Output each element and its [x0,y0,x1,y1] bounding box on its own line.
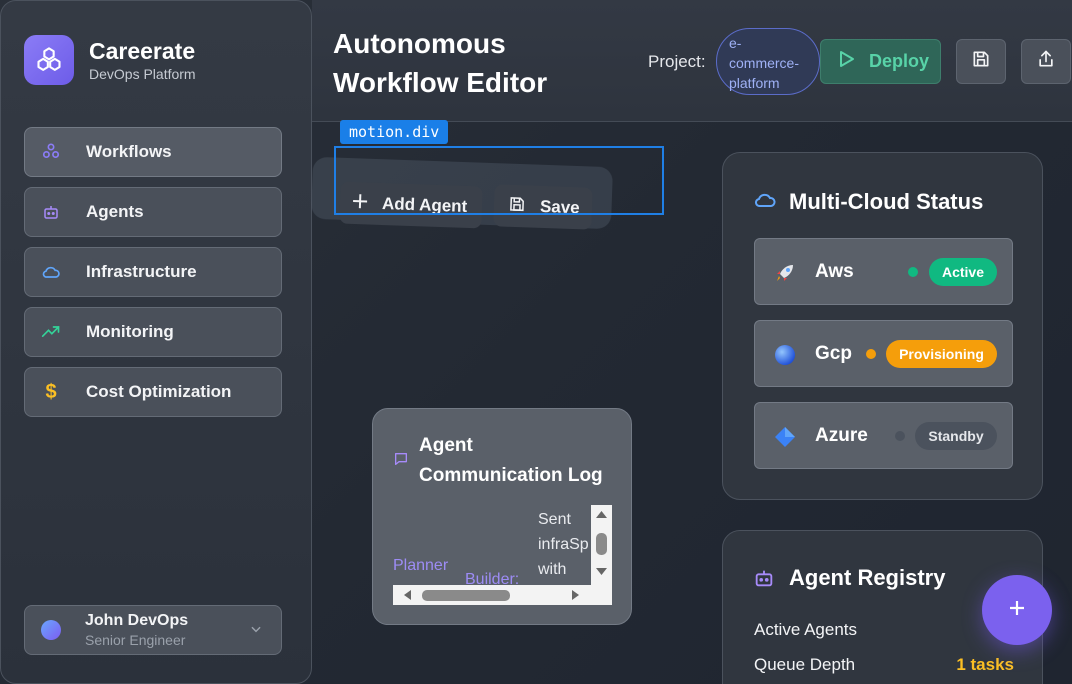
scroll-up-icon[interactable] [595,509,608,519]
user-name: John DevOps [85,612,189,629]
registry-label: Active Agents [754,620,858,639]
sidebar-item-cost-optimization[interactable]: $ Cost Optimization [24,367,282,417]
debug-tag: motion.div [340,120,449,144]
cloud-icon [753,191,777,214]
plus-icon [1008,599,1026,622]
vertical-scrollbar[interactable] [591,505,612,585]
registry-label: Queue Depth [754,655,856,674]
horizontal-scroll-thumb[interactable] [422,590,510,601]
agent-log-title: Agent Communication Log [419,435,603,486]
workflow-icon [41,142,61,162]
status-badge: Active [929,258,997,286]
agent-log-scroll-area[interactable]: Planner Builder: Sent infraSp with [393,505,612,605]
add-fab-button[interactable] [982,575,1052,645]
project-selector[interactable]: e-commerce-platform [716,28,820,95]
vertical-scroll-thumb[interactable] [596,533,607,555]
globe-icon [773,343,797,367]
log-sender: Planner [393,557,449,574]
cubes-icon [24,35,74,85]
registry-value: 1 tasks [956,655,1014,674]
trending-up-icon [41,322,61,342]
bot-icon [41,202,61,222]
sidebar-nav: Workflows Agents Infrastructure Monitori… [24,127,282,427]
play-icon [839,50,855,73]
cloud-name: Gcp [815,343,852,364]
cloud-name: Azure [815,425,868,446]
agent-registry-title: Agent Registry [789,565,946,590]
cloud-row-gcp[interactable]: Gcp Provisioning [754,320,1013,387]
sidebar: Careerate DevOps Platform Workflows Agen… [0,0,312,684]
save-icon [971,49,991,74]
save-button[interactable] [956,39,1006,84]
sidebar-item-label: Workflows [86,142,172,161]
status-dot [866,349,876,359]
cloud-row-aws[interactable]: Aws Active [754,238,1013,305]
rocket-icon [773,261,797,285]
share-icon [1036,49,1056,74]
message-icon [393,451,409,472]
project-label: Project: [648,52,706,71]
status-dot [895,431,905,441]
sidebar-item-agents[interactable]: Agents [24,187,282,237]
chevron-down-icon [249,622,263,641]
cloud-row-azure[interactable]: Azure Standby [754,402,1013,469]
avatar [41,620,61,640]
header: Autonomous Workflow Editor Project: e-co… [312,0,1072,122]
status-badge: Standby [915,422,997,450]
sidebar-item-label: Agents [86,202,144,221]
dollar-icon: $ [45,380,57,403]
cloud-icon [41,262,61,282]
status-dot [908,267,918,277]
user-role: Senior Engineer [85,632,186,648]
brand[interactable]: Careerate DevOps Platform [24,35,196,85]
scroll-down-icon[interactable] [595,567,608,577]
sidebar-item-label: Cost Optimization [86,382,232,401]
diamond-icon [773,425,797,449]
scroll-left-icon[interactable] [402,589,412,601]
debug-highlight-box [334,146,664,215]
registry-row-queue-depth: Queue Depth 1 tasks [754,655,1014,675]
sidebar-item-monitoring[interactable]: Monitoring [24,307,282,357]
deploy-button[interactable]: Deploy [820,39,941,84]
cloud-name: Aws [815,261,854,282]
scroll-right-icon[interactable] [571,589,581,601]
user-menu[interactable]: John DevOps Senior Engineer [24,605,282,655]
horizontal-scrollbar[interactable] [393,585,612,605]
sidebar-item-label: Infrastructure [86,262,197,281]
sidebar-item-infrastructure[interactable]: Infrastructure [24,247,282,297]
sidebar-item-workflows[interactable]: Workflows [24,127,282,177]
multi-cloud-card: Multi-Cloud Status Aws Active Gcp Provis… [722,152,1043,500]
sidebar-item-label: Monitoring [86,322,174,341]
agent-log-card: Agent Communication Log Planner Builder:… [372,408,632,625]
brand-subtitle: DevOps Platform [89,66,196,82]
bot-icon [753,567,775,594]
log-message: Sent infraSp with [538,511,589,578]
registry-row-active-agents: Active Agents [754,620,1014,640]
status-badge: Provisioning [886,340,997,368]
share-button[interactable] [1021,39,1071,84]
deploy-label: Deploy [869,51,930,71]
page-title: Autonomous Workflow Editor [333,28,548,98]
brand-name: Careerate [89,38,196,64]
multi-cloud-title: Multi-Cloud Status [789,189,984,214]
